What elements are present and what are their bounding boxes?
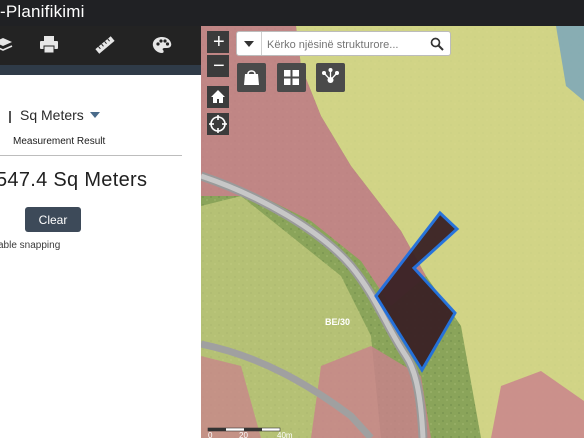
measurement-result-header: Measurement Result <box>13 136 106 147</box>
search-input[interactable] <box>265 35 429 54</box>
scale-label-0: 0 <box>208 431 213 438</box>
snapping-option-label[interactable]: able snapping <box>0 240 60 251</box>
caret-down-icon <box>244 41 254 47</box>
clear-button[interactable]: Clear <box>25 207 81 232</box>
zoom-out-button[interactable]: − <box>207 55 229 77</box>
divider <box>0 155 182 156</box>
widget-toolbar <box>0 26 201 65</box>
bag-tool-icon <box>244 70 259 85</box>
measurement-panel <box>0 75 201 438</box>
scale-label-40m: 40m <box>277 431 293 438</box>
map-search <box>236 31 451 56</box>
scale-bar: 0 20 40m <box>207 427 293 438</box>
home-button[interactable] <box>207 86 229 108</box>
panel-header-strip <box>0 65 201 75</box>
map-tool-share-button[interactable] <box>316 63 345 92</box>
measurement-result-value: 547.4 Sq Meters <box>0 169 148 191</box>
search-icon[interactable] <box>430 37 444 51</box>
app-titlebar: -Planifikimi <box>0 0 584 26</box>
zoom-in-button[interactable]: + <box>207 31 229 53</box>
chevron-down-icon <box>89 112 100 118</box>
layers-icon[interactable] <box>0 35 14 55</box>
print-icon[interactable] <box>38 35 60 55</box>
crosshair-icon <box>209 115 227 133</box>
unit-dropdown-label: Sq Meters <box>20 107 84 123</box>
app-title: -Planifikimi <box>0 2 85 21</box>
locate-button[interactable] <box>207 113 229 135</box>
unit-separator <box>9 111 11 123</box>
grid-icon <box>284 70 299 85</box>
unit-dropdown[interactable]: Sq Meters <box>20 107 100 123</box>
home-icon <box>211 90 225 103</box>
parcel-label: BE/30 <box>325 317 351 327</box>
measure-ruler-icon[interactable] <box>94 35 116 55</box>
map-tool-grid-button[interactable] <box>277 63 306 92</box>
palette-icon[interactable] <box>151 35 173 55</box>
search-source-dropdown[interactable] <box>237 32 262 55</box>
share-network-icon <box>322 68 339 83</box>
scale-label-20: 20 <box>239 431 248 438</box>
map-tool-select-button[interactable] <box>237 63 266 92</box>
